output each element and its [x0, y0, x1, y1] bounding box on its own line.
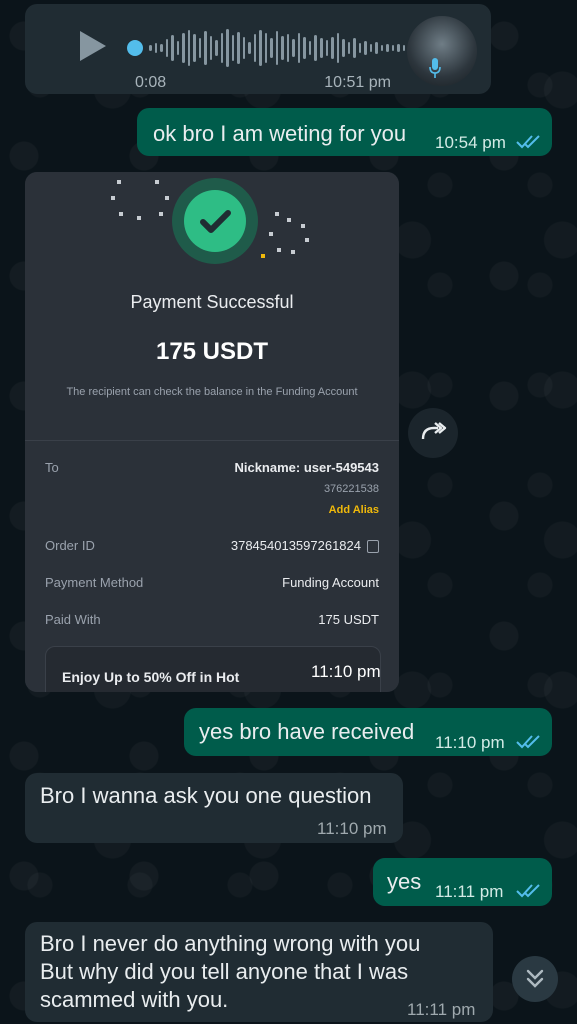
message-time: 11:11 pm — [407, 1000, 476, 1019]
payment-method-value: Funding Account — [282, 575, 379, 590]
paid-with-label: Paid With — [45, 612, 101, 627]
outgoing-message[interactable]: yes bro have received 11:10 pm — [184, 708, 552, 756]
sender-avatar[interactable] — [407, 16, 477, 86]
message-text: yes bro have received — [199, 719, 415, 744]
checkmark-icon — [200, 210, 231, 233]
recipient-uid: 376221538 — [323, 483, 379, 495]
message-time: 11:11 pm — [435, 882, 504, 901]
incoming-message[interactable]: Bro I wanna ask you one question 11:10 p… — [25, 773, 403, 843]
order-id-value: 378454013597261824 — [230, 538, 379, 554]
order-id-label: Order ID — [45, 538, 95, 553]
read-receipt-icon — [516, 735, 540, 749]
promo-text: Enjoy Up to 50% Off in Hot — [62, 669, 240, 685]
message-line: scammed with you. — [40, 987, 229, 1012]
forward-button[interactable] — [408, 408, 458, 458]
playback-position-dot[interactable] — [127, 40, 143, 56]
message-time: 11:10 pm — [435, 733, 505, 752]
payment-note: The recipient can check the balance in t… — [66, 386, 358, 398]
to-label: To — [45, 460, 59, 475]
copy-icon[interactable] — [367, 540, 379, 554]
play-icon[interactable] — [80, 31, 106, 61]
success-badge — [172, 178, 258, 264]
incoming-message[interactable]: Bro I never do anything wrong with you B… — [25, 922, 493, 1022]
scroll-to-bottom-button[interactable] — [512, 956, 558, 1002]
order-id-text: 378454013597261824 — [230, 538, 361, 553]
add-alias-link[interactable]: Add Alias — [329, 504, 379, 516]
forward-icon — [421, 422, 447, 440]
outgoing-message[interactable]: ok bro I am weting for you 10:54 pm — [137, 108, 552, 156]
message-text: Bro I wanna ask you one question — [40, 783, 372, 808]
image-timestamp: 11:10 pm — [311, 662, 381, 681]
message-text: ok bro I am weting for you — [153, 121, 407, 146]
message-line: But why did you tell anyone that I was — [40, 959, 409, 984]
divider — [25, 440, 399, 441]
payment-method-label: Payment Method — [45, 575, 144, 590]
message-text: yes — [387, 869, 422, 894]
double-chevron-down-icon — [526, 969, 544, 988]
message-time: 10:54 pm — [435, 133, 506, 152]
voice-message-bubble[interactable]: 0:08 10:51 pm — [25, 4, 491, 94]
recipient-nickname: Nickname: user-549543 — [234, 460, 379, 475]
payment-screenshot[interactable]: Payment Successful 175 USDT The recipien… — [25, 172, 399, 692]
voice-timestamp: 10:51 pm — [324, 74, 391, 91]
outgoing-message[interactable]: yes 11:11 pm — [373, 858, 552, 906]
payment-amount: 175 USDT — [155, 338, 269, 365]
paid-with-value: 175 USDT — [318, 612, 379, 627]
mic-icon — [429, 58, 441, 78]
nickname-text: Nickname: user-549543 — [234, 460, 379, 475]
read-receipt-icon — [516, 135, 540, 149]
voice-duration: 0:08 — [135, 74, 167, 91]
image-message-bubble[interactable]: Payment Successful 175 USDT The recipien… — [25, 172, 399, 692]
read-receipt-icon — [516, 884, 540, 898]
message-time: 11:10 pm — [317, 819, 387, 838]
message-line: Bro I never do anything wrong with you — [40, 931, 421, 956]
voice-waveform[interactable] — [149, 28, 411, 68]
payment-title: Payment Successful — [130, 292, 294, 312]
